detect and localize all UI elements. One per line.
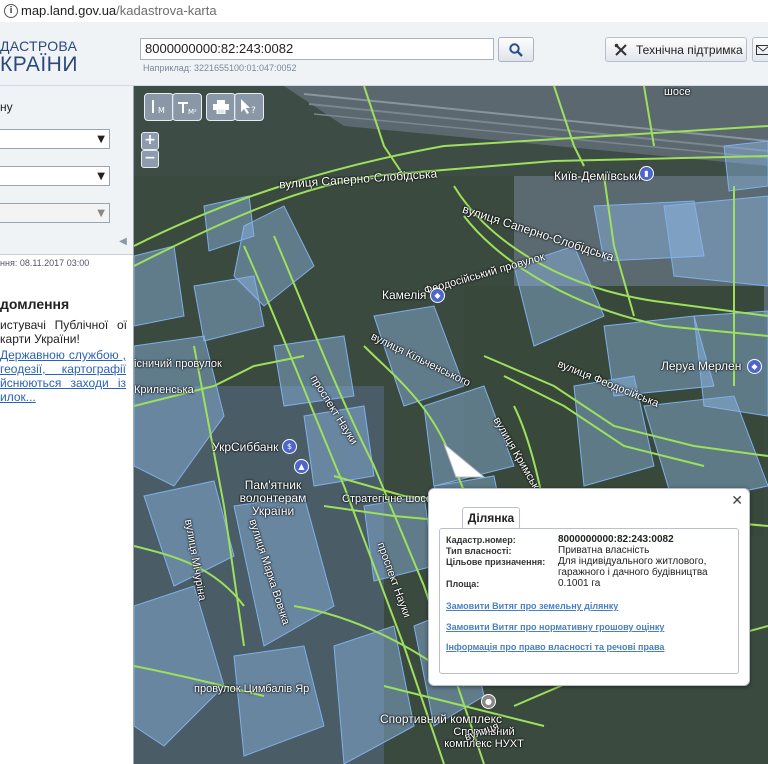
info-tool-button[interactable]: ? <box>234 93 264 121</box>
council-select[interactable]: ▼ <box>0 203 110 223</box>
area-icon: M² <box>178 102 197 116</box>
label-leroy-merlin: Леруа Мерлен <box>661 359 742 373</box>
mail-icon <box>756 45 768 55</box>
district-select[interactable]: ▼ <box>0 166 110 186</box>
ownership-value: Приватна власність <box>558 545 650 556</box>
chevron-down-icon: ▼ <box>97 208 105 219</box>
label-strategichne: Стратегічне шосе <box>342 493 433 505</box>
notice-title: домлення <box>0 296 70 312</box>
cadastral-search-input[interactable]: 8000000000:82:243:0082 <box>140 38 494 60</box>
chevron-down-icon: ▼ <box>97 134 105 145</box>
url-text[interactable]: map.land.gov.ua/kadastrova-karta <box>21 3 217 18</box>
left-panel: ну ▼ ▼ ▼ ◀ ння: 08.11.2017 03:00 домленн… <box>0 86 134 764</box>
search-icon <box>509 43 523 57</box>
notice-text: истувачі Публічної ої карти України! <box>0 318 127 346</box>
shop-icon[interactable]: ◆ <box>430 288 445 303</box>
collapse-arrow-icon[interactable]: ◀ <box>115 236 131 250</box>
label-sadovyi: існичий провулок <box>134 358 222 370</box>
label-krylenska: Криленська <box>134 384 194 396</box>
cursor-question-icon: ? <box>241 99 256 115</box>
printer-icon <box>213 100 229 114</box>
zoom-out-button[interactable]: − <box>141 150 159 168</box>
tools-icon <box>614 43 627 56</box>
label-street-shose: шосе <box>664 86 691 98</box>
svg-text:?: ? <box>251 106 256 115</box>
search-button[interactable] <box>498 37 534 62</box>
region-select[interactable]: ▼ <box>0 129 110 149</box>
ownership-info-link[interactable]: Інформація про право власності та речові… <box>446 642 664 652</box>
browser-address-bar[interactable]: i map.land.gov.ua/kadastrova-karta <box>0 0 768 23</box>
order-valuation-link[interactable]: Замовити Витяг про нормативну грошову оц… <box>446 622 664 632</box>
label-ukrsibbank: УкрСиббанк <box>212 440 279 454</box>
ownership-label: Тип власності: <box>446 546 512 556</box>
chevron-down-icon: ▼ <box>97 171 105 182</box>
close-icon[interactable]: ✕ <box>731 493 743 509</box>
ruler-icon: M <box>152 100 165 115</box>
search-example: Наприклад: 3221655100:01:047:0052 <box>143 63 297 73</box>
parcel-popup: ✕ Ділянка Кадастр.номер: 8000000000:82:2… <box>428 488 750 686</box>
store-icon[interactable]: ◆ <box>747 359 762 374</box>
support-button[interactable]: Технічна підтримка <box>605 37 747 62</box>
area-label: Площа: <box>446 579 480 589</box>
bank-icon[interactable]: $ <box>282 439 297 454</box>
svg-text:M²: M² <box>188 108 197 116</box>
brand-line-1: ДАСТРОВА <box>0 38 78 54</box>
brand-line-2: КРАЇНИ <box>0 53 78 76</box>
train-station-icon[interactable]: ▮ <box>639 166 654 181</box>
sport-icon[interactable]: ● <box>481 694 496 709</box>
parcel-info: Кадастр.номер: 8000000000:82:243:0082 Ти… <box>439 528 739 674</box>
site-header: ДАСТРОВА КРАЇНИ 8000000000:82:243:0082 Н… <box>0 22 768 86</box>
measure-area-button[interactable]: M² <box>172 93 202 121</box>
filter-panel: ну ▼ ▼ ▼ ◀ <box>0 86 133 255</box>
cadastral-number-label: Кадастр.номер: <box>446 535 516 545</box>
updated-date: ння: 08.11.2017 03:00 <box>0 258 90 268</box>
map-view[interactable]: вулиця Саперно-Слобідська вулиця Саперно… <box>134 86 768 764</box>
print-button[interactable] <box>206 93 236 121</box>
measure-length-button[interactable]: M <box>144 93 174 121</box>
filter-label: ну <box>0 100 13 114</box>
svg-text:M: M <box>158 106 165 115</box>
popup-pointer <box>443 444 486 478</box>
support-label: Технічна підтримка <box>636 43 743 57</box>
label-provulok-tsymb: провулок Цимбалів Яр <box>194 683 310 695</box>
info-icon[interactable]: i <box>4 4 18 18</box>
label-kyiv-demiivskyi: Київ-Деміївський <box>554 169 648 183</box>
purpose-label: Цільове призначення: <box>446 557 546 567</box>
label-kamelia: Камелія <box>382 288 427 302</box>
order-extract-link[interactable]: Замовити Витяг про земельну ділянку <box>446 601 618 611</box>
purpose-value: Для індивідуального житлового, гаражного… <box>558 556 708 578</box>
notice-link[interactable]: Державною службою , геодезії, картографі… <box>0 348 126 404</box>
cadastral-number-value: 8000000000:82:243:0082 <box>558 534 674 545</box>
zoom-in-button[interactable]: + <box>141 132 159 150</box>
label-monument: Пам'ятник волонтерам України <box>239 478 307 518</box>
area-value: 0.1001 га <box>558 578 601 589</box>
museum-icon[interactable]: ▲ <box>294 459 309 474</box>
mail-button[interactable] <box>752 37 768 62</box>
tab-parcel[interactable]: Ділянка <box>462 507 520 528</box>
